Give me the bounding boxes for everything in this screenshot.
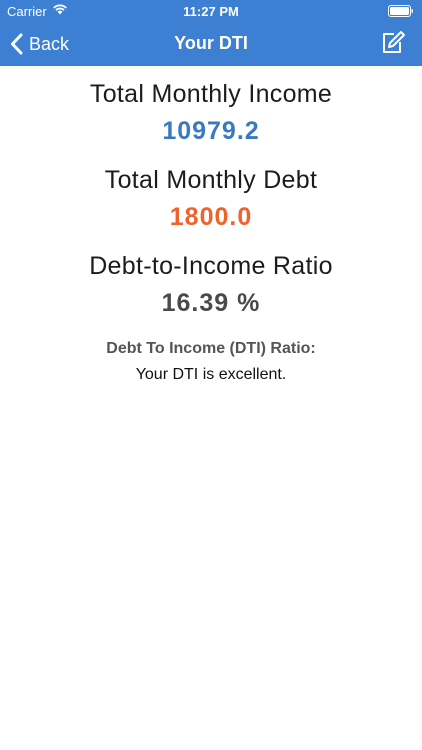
page-title: Your DTI [174, 33, 248, 53]
top-bar: Carrier 11:27 PM Back Your DTI [0, 0, 422, 66]
edit-icon [380, 31, 406, 60]
assessment-heading: Debt To Income (DTI) Ratio: [106, 340, 316, 357]
ratio-value: 16.39 % [161, 289, 261, 317]
status-bar: Carrier 11:27 PM [0, 0, 422, 22]
dti-summary: Total Monthly Income 10979.2 Total Month… [0, 66, 422, 384]
battery-icon [388, 5, 414, 17]
debt-value: 1800.0 [169, 203, 253, 231]
edit-button[interactable] [380, 30, 406, 56]
ratio-label: Debt-to-Income Ratio [89, 252, 333, 280]
navigation-bar: Back Your DTI [0, 22, 422, 66]
debt-label: Total Monthly Debt [104, 166, 318, 194]
income-value: 10979.2 [162, 117, 260, 145]
assessment-message: Your DTI is excellent. [135, 366, 287, 383]
dti-result-screen: Carrier 11:27 PM Back Your DTI Total Mon… [0, 0, 422, 750]
income-label: Total Monthly Income [89, 80, 333, 108]
status-time: 11:27 PM [183, 4, 239, 19]
